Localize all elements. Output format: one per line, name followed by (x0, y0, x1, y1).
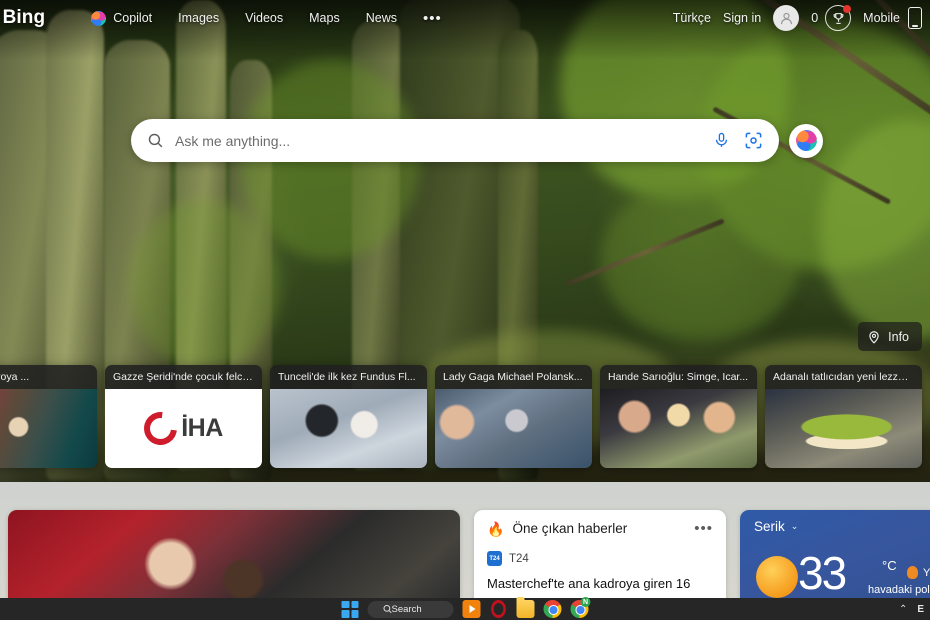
sign-in-link[interactable]: Sign in (723, 11, 761, 25)
news-card[interactable]: Lady Gaga Michael Polansk... (435, 365, 592, 468)
news-card-title: Hande Sarıoğlu: Simge, Icar... (600, 365, 757, 389)
news-card[interactable]: Tunceli'de ilk kez Fundus Fl... (270, 365, 427, 468)
rewards-button[interactable]: 0 (811, 5, 852, 31)
iha-logo-text: İHA (181, 414, 223, 442)
file-explorer-icon[interactable] (516, 597, 535, 618)
avatar[interactable] (773, 5, 800, 31)
flame-icon: 🔥 (487, 520, 505, 537)
news-card-thumbnail (270, 389, 427, 468)
search-input[interactable] (175, 132, 713, 149)
chrome-n-icon[interactable] (570, 597, 591, 618)
location-pin-icon (869, 330, 879, 344)
chevron-up-icon[interactable]: ⌃ (899, 604, 907, 615)
news-card[interactable]: Hande Sarıoğlu: Simge, Icar... (600, 365, 757, 468)
news-card-thumbnail (600, 389, 757, 468)
pollen-level-row: Yük (907, 566, 930, 579)
weather-unit: °C (882, 558, 897, 573)
news-card-thumbnail: İHA (105, 389, 262, 468)
trophy-icon (825, 5, 852, 31)
camera-lens-icon[interactable] (744, 131, 763, 150)
nav-item-videos[interactable]: Videos (245, 11, 283, 25)
nav-item-copilot[interactable]: Copilot (91, 10, 153, 26)
windows-start-icon[interactable] (341, 600, 359, 618)
news-source-name: T24 (509, 552, 529, 565)
nav-item-maps[interactable]: Maps (309, 11, 340, 25)
weather-temperature: 33 (798, 547, 847, 599)
news-headline[interactable]: Masterchef'te ana kadroya giren 16 (487, 575, 713, 592)
copilot-icon (795, 130, 817, 151)
microphone-icon[interactable] (713, 130, 730, 151)
taskbar-search-label: Search (391, 603, 422, 615)
nav-item-copilot-label: Copilot (113, 11, 153, 25)
pollen-icon (907, 566, 919, 579)
news-card-title: te ana kadroya ... (0, 365, 97, 389)
mobile-label: Mobile (863, 11, 900, 25)
site-header: soft Bing Copilot Images Videos Maps New… (0, 0, 930, 36)
media-player-icon[interactable] (462, 600, 481, 618)
chrome-icon[interactable] (543, 600, 562, 618)
trending-news-title: Öne çıkan haberler (512, 521, 628, 536)
news-card-title: Lady Gaga Michael Polansk... (435, 365, 592, 389)
language-selector[interactable]: Türkçe (673, 11, 711, 25)
news-source-row: T24 T24 (487, 551, 713, 566)
search-icon (383, 604, 392, 614)
iha-ring-icon (137, 405, 184, 452)
copilot-button[interactable] (789, 123, 823, 158)
news-card-strip: te ana kadroya ... Gazze Şeridi'nde çocu… (0, 365, 930, 468)
pollen-level: Yük (923, 566, 930, 579)
news-source-logo: T24 (487, 551, 502, 566)
bing-logo[interactable]: soft Bing (0, 7, 45, 29)
header-right-cluster: Türkçe Sign in 0 Mobile (673, 5, 922, 31)
taskbar-search-box[interactable]: Search (367, 600, 454, 618)
rewards-count: 0 (811, 11, 819, 25)
main-navigation: Copilot Images Videos Maps News ••• (91, 10, 442, 26)
system-tray: ⌃ E (899, 598, 930, 620)
search-area (131, 119, 823, 162)
news-card-title: Tunceli'de ilk kez Fundus Fl... (270, 365, 427, 389)
opera-icon[interactable] (491, 600, 506, 618)
news-card[interactable]: Gazze Şeridi'nde çocuk felci ... İHA (105, 365, 262, 468)
taskbar-center-group: Search (341, 597, 591, 620)
phone-icon (908, 7, 922, 29)
search-box[interactable] (131, 119, 779, 162)
rewards-notification-dot (843, 5, 852, 13)
search-icon (148, 133, 163, 148)
more-menu-icon[interactable]: ••• (423, 11, 442, 26)
image-info-button[interactable]: Info (858, 322, 922, 351)
tray-language-indicator[interactable]: E (917, 604, 924, 615)
iha-logo: İHA (137, 405, 223, 452)
nav-item-news[interactable]: News (366, 11, 397, 25)
news-card-thumbnail (0, 389, 97, 468)
news-card[interactable]: te ana kadroya ... (0, 365, 97, 468)
sun-icon (756, 556, 798, 598)
news-card-thumbnail (765, 389, 922, 468)
pollen-description: havadaki polen (867, 584, 930, 596)
image-info-label: Info (888, 329, 909, 344)
windows-taskbar: Search ⌃ E (0, 597, 930, 620)
chevron-down-icon: ⌄ (790, 521, 799, 531)
bing-homepage: soft Bing Copilot Images Videos Maps New… (0, 0, 930, 620)
news-card-title: Gazze Şeridi'nde çocuk felci ... (105, 365, 262, 389)
weather-location-label: Serik (754, 519, 785, 534)
news-card-title: Adanalı tatlıcıdan yeni lezzet... (765, 365, 922, 389)
copilot-icon (91, 10, 107, 26)
mobile-link[interactable]: Mobile (863, 7, 922, 29)
trending-news-more-icon[interactable]: ••• (694, 521, 713, 536)
weather-location[interactable]: Serik ⌄ (754, 519, 798, 534)
news-card-thumbnail (435, 389, 592, 468)
nav-item-images[interactable]: Images (178, 11, 219, 25)
trending-news-header: 🔥 Öne çıkan haberler ••• (487, 521, 713, 536)
news-card[interactable]: Adanalı tatlıcıdan yeni lezzet... (765, 365, 922, 468)
